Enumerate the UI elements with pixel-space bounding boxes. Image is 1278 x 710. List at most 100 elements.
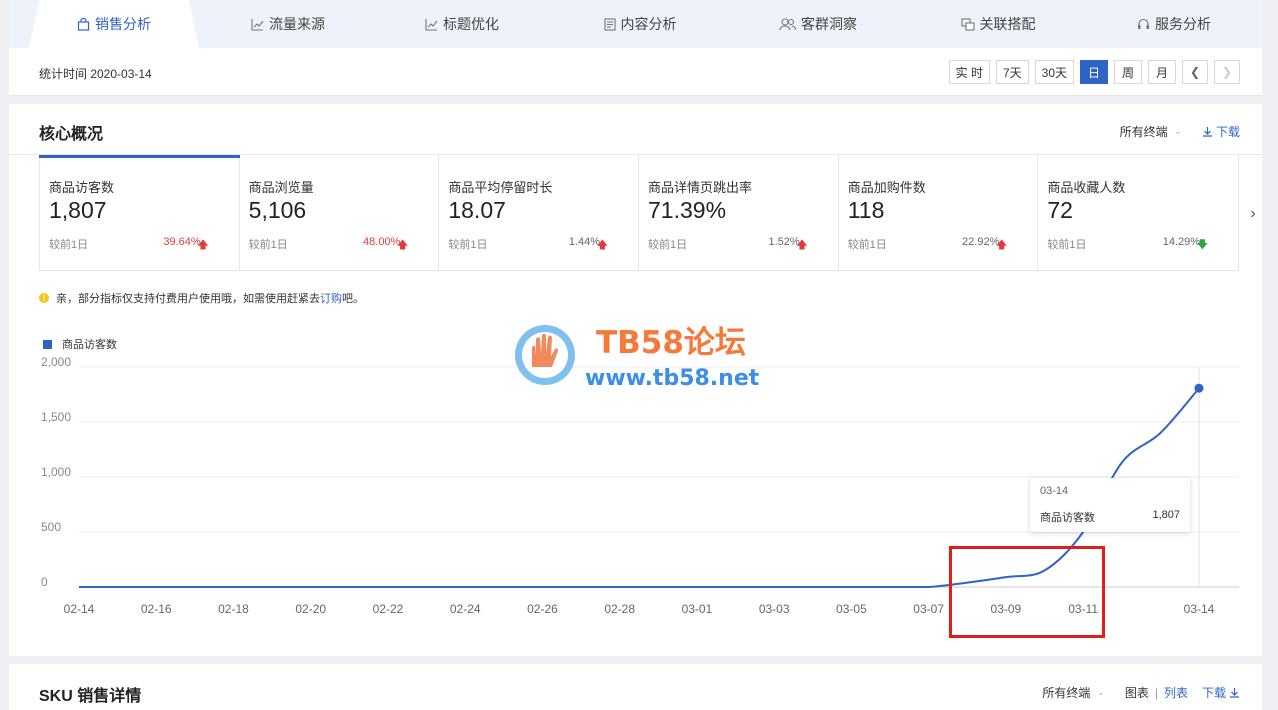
arrow-up-icon: 🡅 (596, 239, 609, 251)
watermark-title: TB58论坛 (596, 325, 746, 361)
prev-date-button[interactable]: ❮ (1182, 60, 1208, 84)
arrow-up-icon: 🡅 (397, 239, 409, 251)
metric-compare-label: 较前1日 (1047, 239, 1087, 251)
x-tick-label: 03-01 (682, 602, 713, 616)
sku-download-button[interactable]: 下载 (1202, 684, 1240, 701)
period-7d-button[interactable]: 7天 (995, 60, 1029, 84)
sku-sales-card: SKU 销售详情 所有终端 ⌄ 图表 | 列表 下载 (9, 664, 1262, 710)
tooltip-date: 03-14 (1040, 485, 1069, 497)
tab-label: 关联搭配 (979, 16, 1036, 32)
tab-audience-insight[interactable]: 客群洞察 (733, 0, 903, 48)
trend-icon (425, 18, 438, 31)
x-tick-label: 02-16 (141, 602, 172, 616)
chart-tooltip: 03-14 商品访客数 1,807 (1030, 478, 1190, 532)
sku-actions: 所有终端 ⌄ 图表 | 列表 下载 (1042, 684, 1240, 701)
watermark-url: www.tb58.net (585, 366, 760, 389)
chart-legend[interactable]: 商品访客数 (43, 336, 117, 352)
sku-chart-toggle[interactable]: 图表 (1125, 684, 1149, 701)
period-selector: 实 时 7天 30天 日 周 月 ❮ ❯ (948, 60, 1240, 84)
tab-content-analysis[interactable]: 内容分析 (555, 0, 725, 48)
notice-text-end: 吧。 (342, 293, 364, 305)
metric-label: 商品加购件数 (847, 180, 926, 195)
terminal-select[interactable]: 所有终端 ⌄ (1120, 123, 1182, 140)
next-date-button[interactable]: ❯ (1214, 60, 1240, 84)
headset-icon (1138, 18, 1149, 29)
subscribe-link[interactable]: 订购 (320, 290, 342, 306)
tab-label: 内容分析 (620, 16, 677, 32)
tab-traffic-source[interactable]: 流量来源 (203, 0, 373, 48)
tab-sales-analysis[interactable]: 销售分析 (29, 0, 199, 48)
notice-text: 亲，部分指标仅支持付费用户使用哦，如需使用赶紧去 (56, 293, 320, 305)
metric-change: 48.00% (363, 236, 401, 248)
tab-label: 销售分析 (95, 16, 151, 32)
y-tick-label: 500 (41, 520, 61, 534)
tab-label: 流量来源 (269, 16, 325, 32)
y-tick-label: 1,500 (41, 410, 71, 424)
metric-card-add-to-cart[interactable]: 商品加购件数 118 较前1日 22.92% 🡅 (839, 155, 1039, 270)
metric-card-bounce-rate[interactable]: 商品详情页跳出率 71.39% 较前1日 1.52% 🡅 (639, 155, 839, 270)
x-tick-label: 02-26 (527, 602, 558, 616)
metric-compare-label: 较前1日 (648, 239, 688, 251)
metric-label: 商品平均停留时长 (448, 180, 553, 195)
period-day-button[interactable]: 日 (1080, 60, 1108, 84)
tab-service-analysis[interactable]: 服务分析 (1089, 0, 1259, 48)
card-title: 核心概况 (39, 126, 104, 143)
tb58-watermark-logo: TB58论坛 www.tb58.net (515, 325, 760, 389)
separator: | (1154, 685, 1158, 700)
metrics-next-button[interactable]: › (1244, 204, 1262, 224)
terminal-select-value: 所有终端 (1119, 125, 1168, 139)
link-icon (960, 17, 975, 31)
metric-compare-label: 较前1日 (248, 239, 288, 251)
sku-title: SKU 销售详情 (39, 688, 142, 705)
legend-label: 商品访客数 (62, 339, 117, 351)
tab-title-optimization[interactable]: 标题优化 (377, 0, 547, 48)
metric-card-pageviews[interactable]: 商品浏览量 5,106 较前1日 48.00% 🡅 (240, 155, 440, 270)
x-tick-label: 03-07 (913, 602, 944, 616)
period-week-button[interactable]: 周 (1114, 60, 1142, 84)
arrow-up-icon: 🡅 (197, 239, 209, 251)
period-month-button[interactable]: 月 (1148, 60, 1176, 84)
metric-value: 118 (847, 197, 885, 223)
x-tick-label: 02-20 (295, 602, 326, 616)
period-30d-button[interactable]: 30天 (1034, 60, 1074, 84)
metric-compare-label: 较前1日 (49, 239, 89, 251)
metric-value: 1,807 (49, 197, 107, 223)
core-overview-card: 核心概况 所有终端 ⌄ 下载 商品访客数 1,807 较前1日 39.64% 🡅… (9, 104, 1262, 656)
metric-label: 商品收藏人数 (1047, 180, 1126, 195)
metric-label: 商品详情页跳出率 (648, 180, 753, 195)
tab-label: 客群洞察 (801, 16, 857, 32)
tooltip-value: 1,807 (1152, 509, 1180, 521)
analysis-tabs: 销售分析 流量来源 标题优化 内容分析 客群洞察 关联搭配 服务分析 (9, 0, 1262, 48)
metric-card-avg-stay[interactable]: 商品平均停留时长 18.07 较前1日 1.44% 🡅 (439, 155, 640, 270)
metric-label: 商品访客数 (49, 180, 115, 195)
stat-time-row: 统计时间 2020-03-14 实 时 7天 30天 日 周 月 ❮ ❯ (9, 48, 1262, 96)
download-icon (1230, 688, 1239, 698)
x-tick-label: 02-14 (64, 602, 95, 616)
arrow-up-icon: 🡅 (796, 239, 808, 251)
top-bar: 销售分析 流量来源 标题优化 内容分析 客群洞察 关联搭配 服务分析 统计时间 … (9, 0, 1262, 96)
x-tick-label: 03-05 (836, 602, 867, 616)
paid-feature-notice: ! 亲，部分指标仅支持付费用户使用哦，如需使用赶紧去 订购 吧。 (39, 290, 364, 306)
metric-value: 18.07 (448, 197, 506, 223)
metric-change: 14.29% (1162, 236, 1201, 248)
metric-value: 5,106 (248, 197, 307, 223)
x-tick-label: 02-24 (450, 602, 481, 616)
x-tick-label: 02-28 (604, 602, 635, 616)
metric-card-favorites[interactable]: 商品收藏人数 72 较前1日 14.29% 🡇 (1038, 155, 1238, 270)
tab-bundle-matching[interactable]: 关联搭配 (913, 0, 1083, 48)
download-button[interactable]: 下载 (1202, 123, 1240, 140)
data-point-highlight[interactable] (1194, 383, 1204, 393)
metric-compare-label: 较前1日 (847, 239, 887, 251)
bag-icon (77, 17, 90, 31)
metric-compare-label: 较前1日 (448, 239, 488, 251)
metric-card-visitors[interactable]: 商品访客数 1,807 较前1日 39.64% 🡅 (39, 155, 240, 270)
x-tick-label: 03-03 (759, 602, 790, 616)
period-realtime-button[interactable]: 实 时 (948, 60, 990, 84)
y-tick-label: 2,000 (41, 355, 71, 369)
tooltip-series-name: 商品访客数 (1040, 512, 1095, 524)
download-icon (1202, 127, 1212, 137)
x-tick-label: 02-22 (373, 602, 404, 616)
sku-terminal-select[interactable]: 所有终端 (1042, 684, 1090, 701)
download-label: 下载 (1215, 125, 1240, 139)
sku-list-toggle[interactable]: 列表 (1164, 684, 1188, 701)
